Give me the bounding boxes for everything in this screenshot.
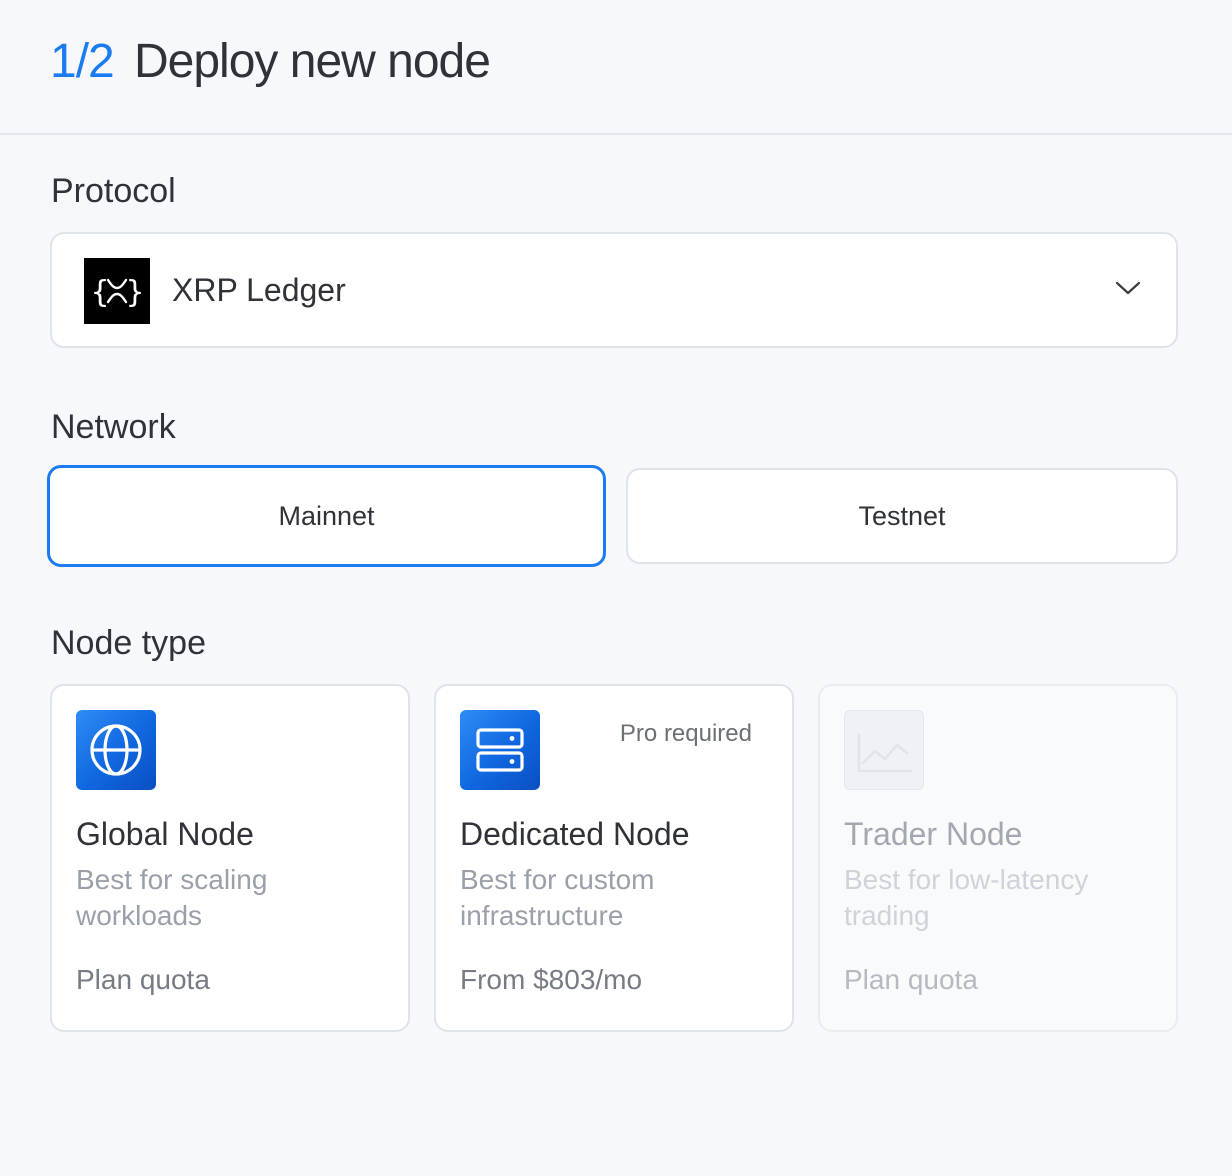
node-card-name: Trader Node [844,816,1023,852]
node-card-description: Best for custom infrastructure [460,864,655,931]
network-label: Network [51,408,176,446]
node-card-name: Dedicated Node [460,816,690,852]
node-card-price: Plan quota [844,964,978,995]
network-option-label: Mainnet [278,500,375,531]
network-option-testnet[interactable]: Testnet [626,468,1178,564]
xrp-ledger-logo-icon: { } [84,258,150,324]
node-card-dedicated[interactable]: Pro required Dedicated Node Best for cus… [434,684,794,1032]
node-card-global[interactable]: Global Node Best for scaling workloads P… [50,684,410,1032]
deploy-node-page: 1/2 Deploy new node Protocol { } XRP Led… [0,0,1232,1176]
node-card-name: Global Node [76,816,254,852]
chart-line-icon [844,710,924,790]
network-option-mainnet[interactable]: Mainnet [47,465,606,567]
network-option-label: Testnet [858,500,946,531]
node-card-price: Plan quota [76,964,210,995]
protocol-selected-value: XRP Ledger [172,272,346,308]
pro-required-badge: Pro required [619,720,752,747]
protocol-select[interactable]: { } XRP Ledger [50,232,1178,348]
page-header: 1/2 Deploy new node [0,0,1232,135]
node-card-description: Best for low-latency trading [844,864,1089,931]
svg-text:}: } [126,275,144,310]
node-card-description: Best for scaling workloads [76,864,268,931]
server-icon [460,710,540,790]
svg-text:{: { [91,275,109,310]
step-indicator: 1/2 [50,35,115,88]
chevron-down-icon [1115,281,1141,295]
globe-icon [76,710,156,790]
node-type-label: Node type [51,624,206,662]
node-card-trader: Trader Node Best for low-latency trading… [818,684,1178,1032]
page-title: Deploy new node [134,35,491,88]
protocol-label: Protocol [51,172,176,210]
node-card-price: From $803/mo [460,964,643,995]
